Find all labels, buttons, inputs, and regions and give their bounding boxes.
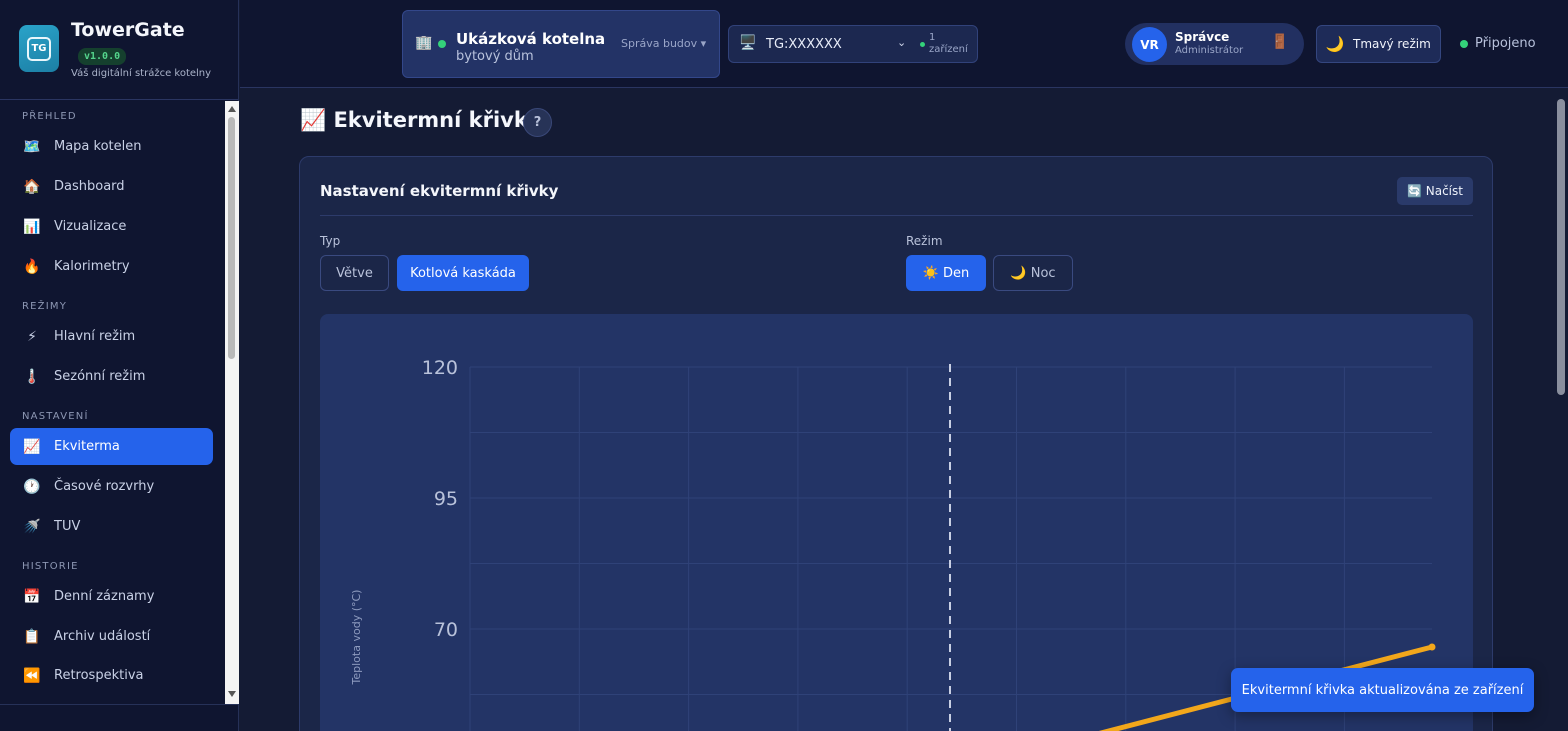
clipboard-icon: 📋 xyxy=(23,628,41,645)
page-scrollbar[interactable] xyxy=(1553,89,1568,731)
thermometer-icon: 🌡️ xyxy=(23,368,41,385)
sidebar-scrollbar[interactable] xyxy=(225,101,239,704)
sidebar-item-label: Retrospektiva xyxy=(54,668,144,683)
sidebar-item-label: Ekviterma xyxy=(54,439,120,454)
scroll-down-arrow-icon[interactable] xyxy=(228,691,236,697)
sidebar-item-denni-zaznamy[interactable]: 📅 Denní záznamy xyxy=(10,578,213,615)
site-name: Ukázková kotelna xyxy=(456,30,606,48)
y-tick-label: 95 xyxy=(434,488,458,510)
logout-door-icon[interactable]: 🚪 xyxy=(1271,34,1288,50)
connection-status: Připojeno xyxy=(1475,36,1536,51)
sidebar-item-label: Kalorimetry xyxy=(54,259,130,274)
sidebar-item-label: Časové rozvrhy xyxy=(54,479,155,494)
mode-option-noc[interactable]: 🌙 Noc xyxy=(993,255,1073,291)
device-selector[interactable]: 🖥️ TG:XXXXXX ⌄ 1 zařízení xyxy=(728,25,978,63)
brand-name: TowerGate xyxy=(71,19,185,41)
building-icon: 🏢 xyxy=(415,35,433,51)
brand-header: TG TowerGate v1.0.0 Váš digitální strážc… xyxy=(0,0,238,100)
sidebar-item-label: Mapa kotelen xyxy=(54,139,142,154)
sidebar-item-tuv[interactable]: 🚿 TUV xyxy=(10,508,213,545)
sidebar-item-ekviterma[interactable]: 📈 Ekviterma xyxy=(10,428,213,465)
sidebar-item-label: TUV xyxy=(54,519,81,534)
load-button[interactable]: 🔄 Načíst xyxy=(1397,177,1473,205)
computer-icon: 🖥️ xyxy=(739,35,757,51)
top-bar: 🏢 Ukázková kotelna bytový dům Správa bud… xyxy=(240,0,1568,88)
sidebar-scroll-thumb[interactable] xyxy=(228,117,235,359)
site-status-dot xyxy=(438,40,446,48)
towergate-logo-icon[interactable]: TG xyxy=(19,25,59,72)
building-management-dropdown[interactable]: Správa budov ▾ xyxy=(621,37,706,50)
shower-icon: 🚿 xyxy=(23,518,41,535)
device-count: 1 zařízení xyxy=(929,32,968,55)
nav-section-overview: PŘEHLED xyxy=(22,111,77,122)
mode-label: Režim xyxy=(906,234,943,248)
home-icon: 🏠 xyxy=(23,178,41,195)
chevron-down-icon: ⌄ xyxy=(897,36,907,49)
moon-icon: 🌙 xyxy=(1325,35,1345,53)
curve-endpoint xyxy=(1428,643,1436,651)
device-status-dot xyxy=(920,42,925,47)
calendar-icon: 📅 xyxy=(23,588,41,605)
connection-status-dot xyxy=(1460,40,1468,48)
mode-option-den[interactable]: ☀️ Den xyxy=(906,255,986,291)
sidebar-item-label: Hlavní režim xyxy=(54,329,136,344)
dark-mode-button[interactable]: 🌙 Tmavý režim xyxy=(1316,25,1441,63)
type-label: Typ xyxy=(320,234,341,248)
sidebar-item-label: Sezónní režim xyxy=(54,369,146,384)
sidebar-item-hlavni-rezim[interactable]: ⚡ Hlavní režim xyxy=(10,318,213,355)
y-axis-label: Teplota vody (°C) xyxy=(350,590,363,686)
brand-tagline: Váš digitální strážce kotelny xyxy=(71,68,212,79)
toast-notification: Ekvitermní křivka aktualizována ze zaříz… xyxy=(1231,668,1534,712)
sidebar-nav: PŘEHLED 🗺️ Mapa kotelen 🏠 Dashboard 📊 Vi… xyxy=(0,101,225,704)
clock-icon: 🕐 xyxy=(23,478,41,495)
card-divider xyxy=(320,215,1473,216)
sidebar-item-archiv-udalosti[interactable]: 📋 Archiv událostí xyxy=(10,618,213,655)
page-title: 📈 Ekvitermní křivky xyxy=(300,108,542,132)
card-title: Nastavení ekvitermní křivky xyxy=(320,182,559,200)
sidebar-item-dashboard[interactable]: 🏠 Dashboard xyxy=(10,168,213,205)
bar-chart-icon: 📊 xyxy=(23,218,41,235)
type-option-kotlova-kaskada[interactable]: Kotlová kaskáda xyxy=(397,255,529,291)
version-badge: v1.0.0 xyxy=(78,48,127,65)
fire-icon: 🔥 xyxy=(23,258,41,275)
type-option-vetve[interactable]: Větve xyxy=(320,255,389,291)
sidebar: TG TowerGate v1.0.0 Váš digitální strážc… xyxy=(0,0,239,731)
help-button[interactable]: ? xyxy=(523,108,552,137)
site-type: bytový dům xyxy=(456,49,534,64)
equitherm-settings-card: Nastavení ekvitermní křivky 🔄 Načíst Typ… xyxy=(299,156,1493,731)
rewind-icon: ⏪ xyxy=(23,667,41,684)
lightning-icon: ⚡ xyxy=(27,328,37,345)
sidebar-footer xyxy=(0,704,239,731)
scroll-up-arrow-icon[interactable] xyxy=(228,106,236,112)
sidebar-item-sezonni-rezim[interactable]: 🌡️ Sezónní režim xyxy=(10,358,213,395)
nav-section-history: HISTORIE xyxy=(22,561,79,572)
sidebar-item-label: Dashboard xyxy=(54,179,125,194)
user-role: Administrátor xyxy=(1175,45,1244,56)
user-name: Správce xyxy=(1175,30,1230,44)
sidebar-item-retrospektiva[interactable]: ⏪ Retrospektiva xyxy=(10,657,213,694)
nav-section-modes: REŽIMY xyxy=(22,301,68,312)
line-chart-icon: 📈 xyxy=(23,438,41,455)
y-tick-label: 120 xyxy=(422,357,458,379)
sidebar-item-label: Archiv událostí xyxy=(54,629,151,644)
y-tick-label: 70 xyxy=(434,619,458,641)
sidebar-item-vizualizace[interactable]: 📊 Vizualizace xyxy=(10,208,213,245)
dark-mode-label: Tmavý režim xyxy=(1353,37,1431,51)
map-icon: 🗺️ xyxy=(23,138,41,155)
nav-section-settings: NASTAVENÍ xyxy=(22,411,89,422)
sidebar-item-label: Denní záznamy xyxy=(54,589,155,604)
sidebar-item-label: Vizualizace xyxy=(54,219,127,234)
logo-mark: TG xyxy=(27,36,51,61)
site-selector[interactable]: 🏢 Ukázková kotelna bytový dům Správa bud… xyxy=(402,10,720,78)
sidebar-item-casove-rozvrhy[interactable]: 🕐 Časové rozvrhy xyxy=(10,468,213,505)
device-id: TG:XXXXXX xyxy=(766,37,842,52)
user-menu[interactable]: VR Správce Administrátor 🚪 xyxy=(1125,23,1304,65)
page-scroll-thumb[interactable] xyxy=(1557,99,1565,395)
sidebar-item-kalorimetry[interactable]: 🔥 Kalorimetry xyxy=(10,248,213,285)
sidebar-item-mapa-kotelen[interactable]: 🗺️ Mapa kotelen xyxy=(10,128,213,165)
avatar: VR xyxy=(1132,27,1167,62)
